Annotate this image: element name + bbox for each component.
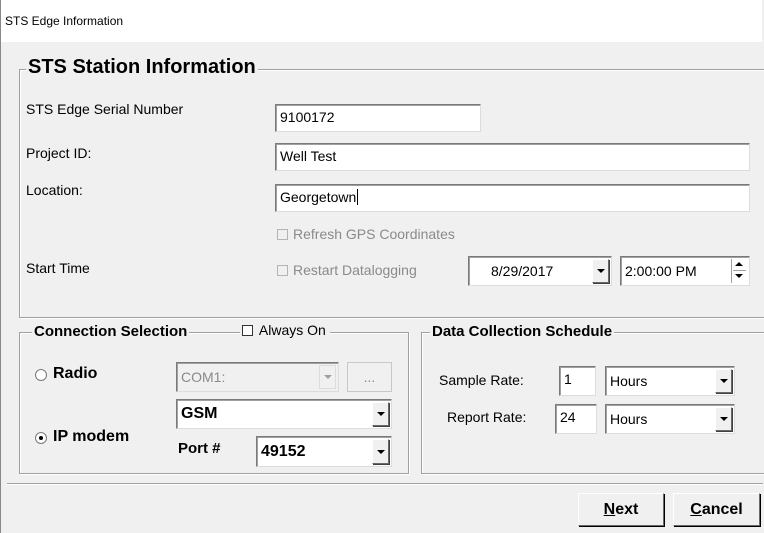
- port-number-label: Port #: [178, 440, 221, 457]
- footer-separator: [7, 483, 763, 485]
- start-time-value: 2:00:00 PM: [625, 263, 697, 279]
- chevron-down-icon[interactable]: [715, 369, 732, 393]
- report-unit-value: Hours: [610, 411, 648, 427]
- sample-rate-label: Sample Rate:: [439, 372, 524, 388]
- spin-up-icon[interactable]: [735, 262, 743, 266]
- next-button[interactable]: Next: [578, 493, 664, 526]
- ip-modem-type-value: GSM: [181, 405, 218, 422]
- window-left-border: [0, 42, 1, 533]
- report-rate-field[interactable]: 24: [555, 404, 597, 434]
- window-title: STS Edge Information: [5, 14, 124, 28]
- chevron-down-icon[interactable]: [319, 365, 336, 389]
- cancel-button[interactable]: Cancel: [673, 493, 760, 526]
- start-time-label: Start Time: [26, 260, 90, 276]
- restart-datalogging-label: Restart Datalogging: [293, 262, 417, 278]
- calendar-dropdown-icon[interactable]: [592, 259, 609, 283]
- start-date-value: 8/29/2017: [491, 263, 554, 279]
- project-id-label: Project ID:: [26, 145, 92, 161]
- chevron-down-icon[interactable]: [715, 407, 732, 431]
- schedule-group: [421, 332, 764, 474]
- cancel-button-label: ancel: [701, 500, 743, 518]
- next-button-mnemonic: N: [603, 500, 616, 518]
- always-on-option[interactable]: Always On: [240, 322, 330, 342]
- spinner-arrows[interactable]: [731, 259, 747, 283]
- refresh-gps-checkbox[interactable]: [277, 229, 288, 240]
- port-number-select[interactable]: 49152: [256, 436, 392, 467]
- cancel-button-mnemonic: C: [690, 500, 702, 518]
- station-info-heading: STS Station Information: [26, 56, 258, 79]
- next-button-label: ext: [615, 500, 639, 518]
- connection-heading: Connection Selection: [32, 323, 190, 340]
- refresh-gps-label: Refresh GPS Coordinates: [293, 226, 455, 242]
- serial-number-field[interactable]: 9100172: [275, 104, 481, 132]
- location-field[interactable]: Georgetown: [275, 184, 750, 212]
- ip-modem-option-button[interactable]: [35, 432, 47, 444]
- start-time-spinner[interactable]: 2:00:00 PM: [620, 256, 750, 286]
- always-on-checkbox[interactable]: [242, 325, 253, 336]
- com-port-select[interactable]: COM1:: [176, 362, 339, 392]
- port-number-value: 49152: [261, 442, 306, 460]
- serial-number-label: STS Edge Serial Number: [26, 101, 184, 117]
- report-rate-label: Report Rate:: [447, 409, 527, 425]
- schedule-heading: Data Collection Schedule: [430, 323, 615, 340]
- project-id-field[interactable]: Well Test: [275, 143, 750, 171]
- sample-unit-select[interactable]: Hours: [605, 366, 735, 396]
- sample-unit-value: Hours: [610, 373, 648, 389]
- text-cursor: [357, 189, 359, 205]
- browse-button[interactable]: ...: [347, 362, 392, 392]
- spinner-divider: [733, 270, 746, 271]
- spin-down-icon[interactable]: [735, 274, 743, 278]
- always-on-label: Always On: [258, 322, 326, 338]
- ip-modem-type-select[interactable]: GSM: [176, 399, 392, 429]
- start-date-picker[interactable]: 8/29/2017: [468, 256, 612, 286]
- title-bar: STS Edge Information: [0, 0, 764, 42]
- sample-rate-field[interactable]: 1: [559, 366, 596, 396]
- chevron-down-icon[interactable]: [372, 402, 389, 426]
- radio-option-button[interactable]: [35, 369, 47, 381]
- ip-modem-option-label: IP modem: [53, 428, 130, 445]
- chevron-down-icon[interactable]: [372, 439, 389, 464]
- radio-option-label: Radio: [53, 365, 98, 382]
- restart-datalogging-checkbox[interactable]: [277, 265, 288, 276]
- location-value: Georgetown: [280, 189, 357, 205]
- com-port-value: COM1:: [181, 369, 226, 385]
- location-label: Location:: [26, 182, 83, 198]
- report-unit-select[interactable]: Hours: [605, 404, 735, 434]
